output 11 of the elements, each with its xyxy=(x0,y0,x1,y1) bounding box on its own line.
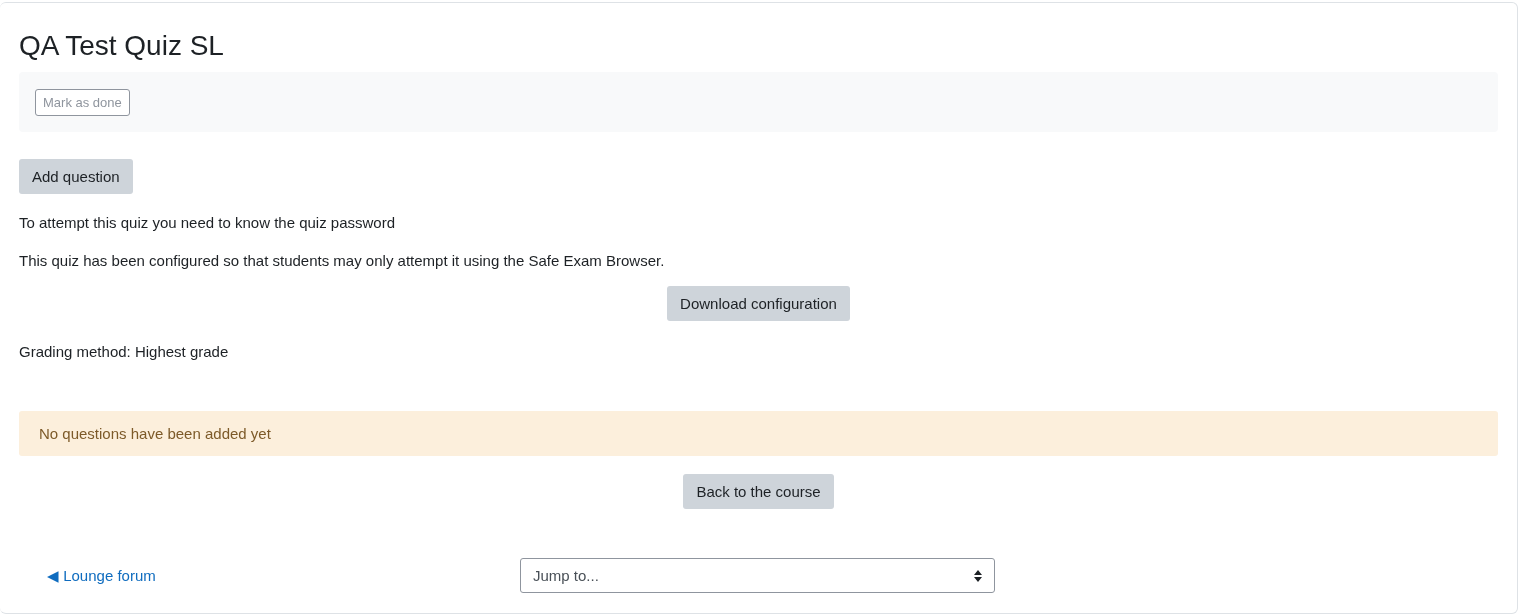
warning-alert: No questions have been added yet xyxy=(19,411,1498,456)
grading-method-text: Grading method: Highest grade xyxy=(19,343,230,360)
page-title: QA Test Quiz SL xyxy=(19,29,225,63)
info-text: This quiz has been configured so that students may only attempt it using the Safe Exam Browser. xyxy=(19,252,666,269)
add-question-button[interactable]: Add question xyxy=(19,159,133,194)
download-configuration-button[interactable]: Download configuration xyxy=(667,286,850,321)
back-to-course-button[interactable]: Back to the course xyxy=(683,474,834,509)
jump-to-select[interactable]: Jump to... xyxy=(520,558,995,593)
sort-caret-icon xyxy=(974,569,982,582)
info-text: To attempt this quiz you need to know the quiz password xyxy=(19,214,397,231)
previous-activity-link[interactable]: ◀ Lounge forum xyxy=(47,566,156,585)
